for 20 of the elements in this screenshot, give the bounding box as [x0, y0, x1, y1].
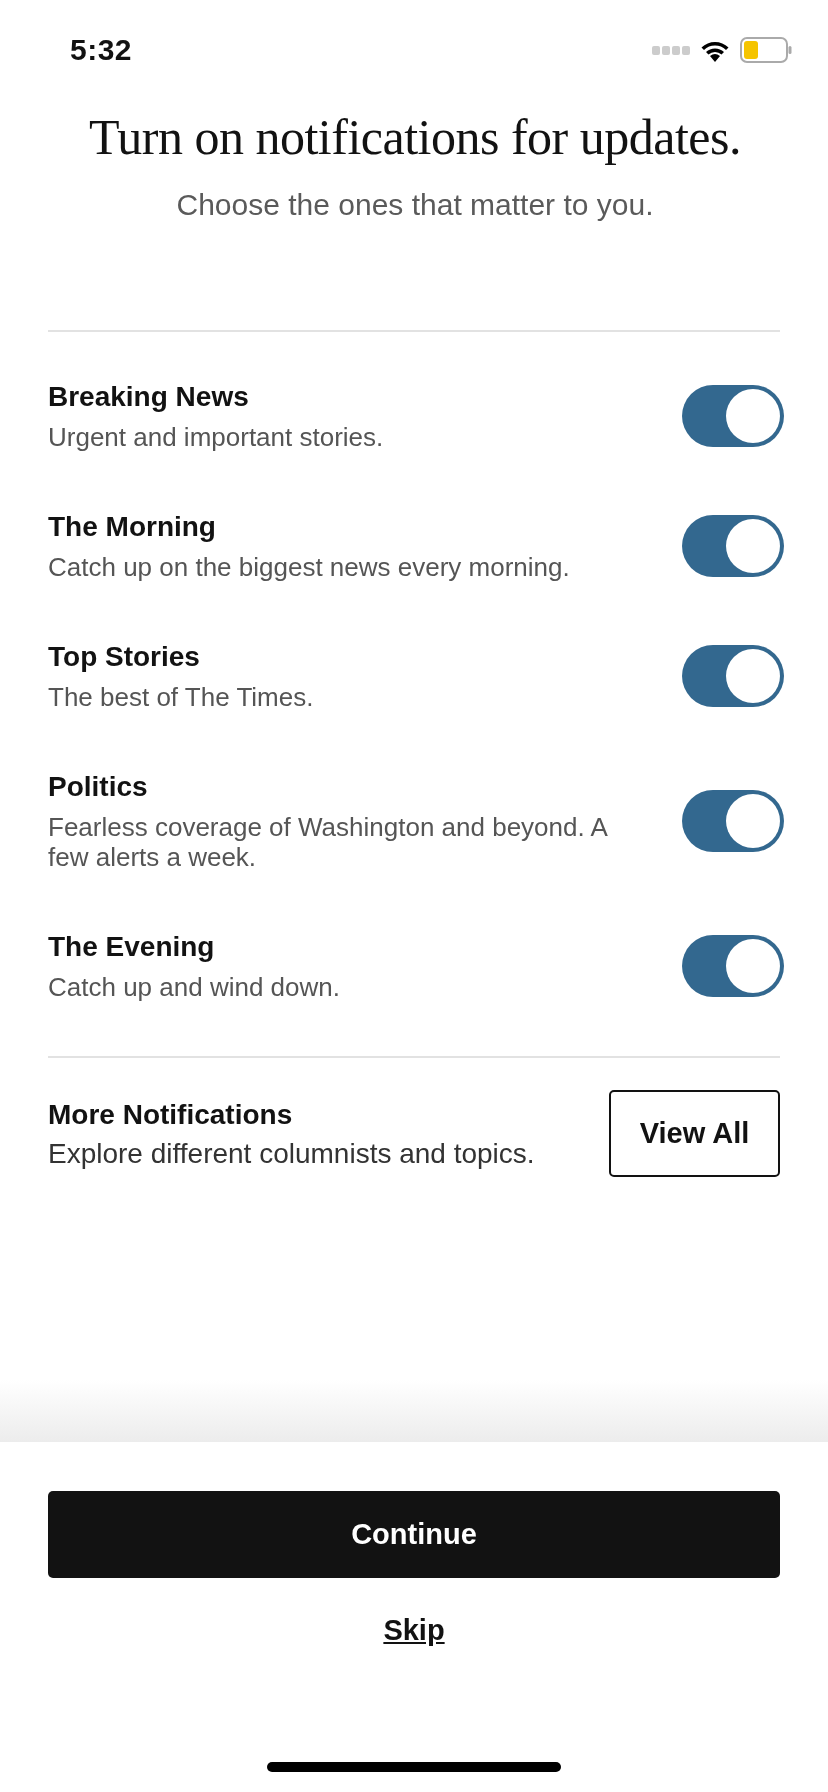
notification-description: The best of The Times. — [48, 682, 315, 712]
notification-title: Top Stories — [48, 640, 201, 674]
view-all-button[interactable]: View All — [609, 1090, 780, 1177]
notification-description: Catch up on the biggest news every morning. — [48, 552, 571, 582]
page-subheading: Choose the ones that matter to you. — [175, 188, 655, 222]
signal-icon — [652, 45, 690, 55]
notification-title: The Evening — [48, 930, 216, 964]
page-heading: Turn on notifications for updates. — [88, 108, 742, 166]
notification-title: Politics — [48, 770, 149, 804]
section-title: More Notifications — [48, 1097, 294, 1132]
notification-description: Fearless coverage of Washington and beyond. A few alerts a week. — [48, 812, 608, 872]
section-description: Explore different columnists and topics. — [48, 1137, 535, 1170]
status-time: 5:32 — [70, 33, 133, 67]
continue-button[interactable]: Continue — [48, 1491, 780, 1578]
skip-link[interactable]: Skip — [383, 1614, 445, 1647]
notification-title: Breaking News — [48, 380, 250, 414]
notification-description: Urgent and important stories. — [48, 422, 385, 452]
notification-description: Catch up and wind down. — [48, 972, 341, 1002]
notification-title: The Morning — [48, 510, 217, 544]
battery-icon — [740, 37, 792, 63]
